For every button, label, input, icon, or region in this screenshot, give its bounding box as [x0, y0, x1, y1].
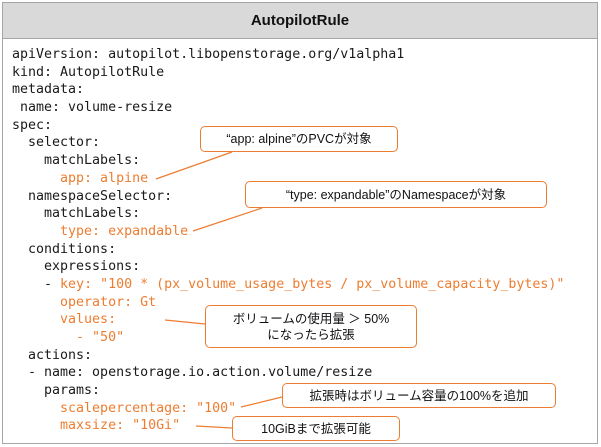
code-text: metadata:	[12, 82, 85, 98]
highlighted-code-text: scalepercentage: "100"	[12, 400, 237, 416]
code-line: apiVersion: autopilot.libopenstorage.org…	[12, 46, 564, 64]
highlighted-code-text: app: alpine	[12, 170, 149, 186]
callout-max-size: 10GiBまで拡張可能	[232, 416, 400, 441]
code-line: matchLabels:	[12, 152, 564, 170]
code-text: namespaceSelector:	[12, 188, 173, 204]
highlighted-code-text: - "50"	[12, 330, 125, 345]
code-text: expressions:	[12, 259, 141, 275]
callout-threshold-line-2: になったら拡張	[267, 327, 355, 342]
header-title: AutopilotRule	[250, 12, 350, 29]
callout-app-selector: “app: alpine”のPVCが対象	[200, 126, 398, 152]
code-line: name: volume-resize	[12, 99, 564, 117]
highlighted-code-text: values:	[12, 312, 117, 328]
code-text: matchLabels:	[12, 153, 141, 169]
code-text: spec:	[12, 117, 53, 133]
code-line: conditions:	[12, 241, 564, 259]
callout-scale-percentage: 拡張時はボリューム容量の100%を追加	[282, 383, 556, 408]
code-line: metadata:	[12, 81, 564, 99]
code-line: - name: openstorage.io.action.volume/res…	[12, 364, 564, 382]
code-line: expressions:	[12, 258, 564, 276]
callout-namespace-selector: “type: expandable”のNamespaceが対象	[245, 181, 547, 208]
yaml-code-block: apiVersion: autopilot.libopenstorage.org…	[12, 46, 564, 435]
code-text: actions:	[12, 347, 93, 363]
highlighted-code-text: maxsize: "10Gi"	[12, 418, 181, 434]
callout-threshold: ボリュームの使用量 ＞ 50% になったら拡張	[205, 305, 417, 348]
code-line: type: expandable	[12, 223, 564, 241]
callout-threshold-line-1: ボリュームの使用量 ＞ 50%	[232, 311, 390, 326]
code-text: -	[12, 276, 61, 292]
code-text: matchLabels:	[12, 206, 141, 222]
callout-max-size-text: 10GiBまで拡張可能	[261, 421, 371, 436]
code-line: kind: AutopilotRule	[12, 64, 564, 82]
callout-namespace-selector-text: “type: expandable”のNamespaceが対象	[285, 187, 507, 202]
code-text: params:	[12, 383, 101, 399]
code-text: - name: openstorage.io.action.volume/res…	[12, 365, 373, 381]
highlighted-code-text: type: expandable	[12, 223, 189, 239]
callout-app-selector-text: “app: alpine”のPVCが対象	[226, 132, 372, 146]
code-text: selector:	[12, 135, 101, 151]
header-bar: AutopilotRule	[3, 3, 597, 39]
callout-scale-percentage-text: 拡張時はボリューム容量の100%を追加	[309, 388, 529, 403]
code-text: conditions:	[12, 241, 117, 257]
code-text: apiVersion: autopilot.libopenstorage.org…	[12, 47, 405, 62]
code-line: - key: "100 * (px_volume_usage_bytes / p…	[12, 276, 564, 294]
code-line: actions:	[12, 347, 564, 365]
code-text: name: volume-resize	[12, 100, 173, 116]
highlighted-code-text: key: "100 * (px_volume_usage_bytes / px_…	[60, 276, 565, 292]
highlighted-code-text: operator: Gt	[12, 294, 157, 310]
code-text: kind: AutopilotRule	[12, 64, 165, 80]
